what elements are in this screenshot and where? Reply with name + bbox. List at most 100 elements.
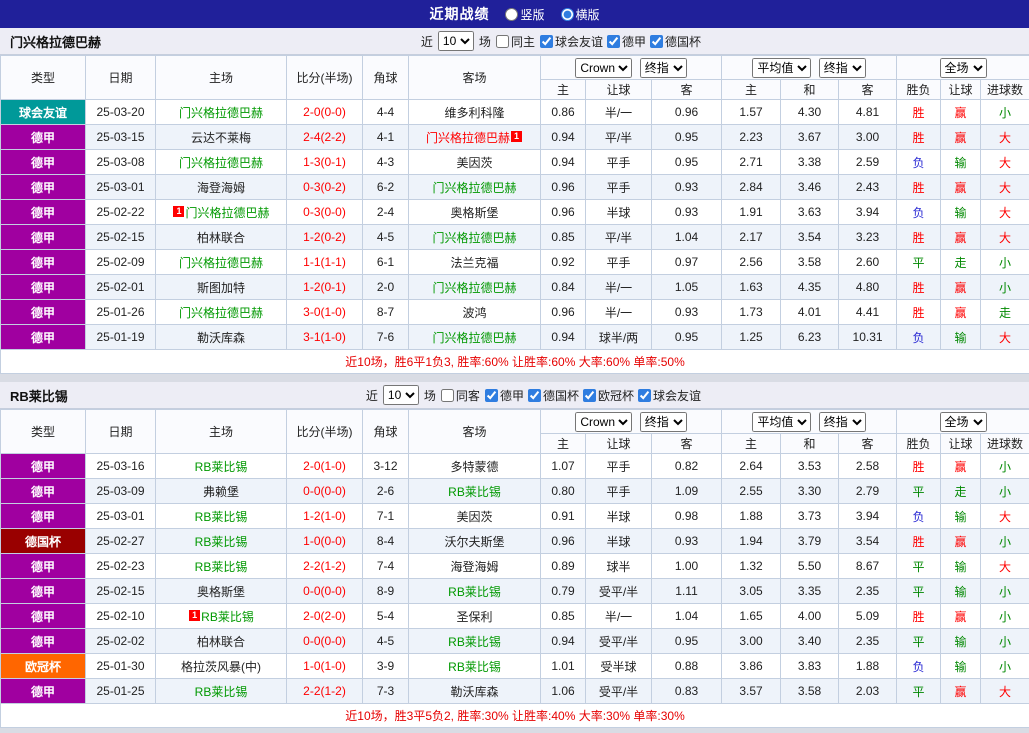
- match-score[interactable]: 2-0(0-0): [286, 99, 363, 125]
- away-team-link[interactable]: 法兰克福: [450, 256, 498, 270]
- competition-checkbox[interactable]: [606, 34, 620, 48]
- home-team-link[interactable]: 门兴格拉德巴赫: [179, 306, 263, 320]
- home-team-link[interactable]: 门兴格拉德巴赫: [179, 156, 263, 170]
- away-team-link[interactable]: 门兴格拉德巴赫: [432, 281, 516, 295]
- away-team-link[interactable]: 门兴格拉德巴赫: [432, 181, 516, 195]
- match-score[interactable]: 1-2(0-2): [286, 224, 363, 250]
- home-team-link[interactable]: RB莱比锡: [195, 460, 248, 474]
- away-team-link[interactable]: 门兴格拉德巴赫: [432, 231, 516, 245]
- away-team-link[interactable]: RB莱比锡: [448, 485, 501, 499]
- crown-handicap: 平手: [585, 478, 652, 504]
- match-score[interactable]: 1-2(0-1): [286, 274, 363, 300]
- competition-checkbox[interactable]: [649, 34, 663, 48]
- match-score[interactable]: 0-0(0-0): [286, 478, 363, 504]
- match-score[interactable]: 2-2(1-2): [286, 553, 363, 579]
- competition-filter[interactable]: 德甲: [484, 387, 524, 404]
- match-score[interactable]: 2-2(1-2): [286, 678, 363, 704]
- subcol-odds-handicap: 让球: [585, 433, 652, 454]
- avg-stage-select[interactable]: 终指: [818, 57, 866, 78]
- home-team-link[interactable]: 斯图加特: [197, 281, 245, 295]
- home-team-link[interactable]: 柏林联合: [197, 231, 245, 245]
- home-team-link[interactable]: RB莱比锡: [195, 560, 248, 574]
- match-score[interactable]: 1-0(0-0): [286, 528, 363, 554]
- match-score[interactable]: 1-3(0-1): [286, 149, 363, 175]
- recent-count-select[interactable]: 10: [437, 31, 474, 51]
- competition-filter[interactable]: 德国杯: [527, 387, 579, 404]
- away-team-link[interactable]: 勒沃库森: [450, 685, 498, 699]
- match-score[interactable]: 1-1(1-1): [286, 249, 363, 275]
- home-team-link[interactable]: 格拉茨风暴(中): [181, 660, 261, 674]
- same-venue-label: 同主: [510, 34, 535, 49]
- vertical-radio[interactable]: [505, 7, 519, 21]
- competition-checkbox[interactable]: [582, 388, 596, 402]
- match-score[interactable]: 0-3(0-0): [286, 199, 363, 225]
- home-team-link[interactable]: RB莱比锡: [195, 685, 248, 699]
- odds-source-select[interactable]: Crown: [575, 57, 633, 78]
- match-score[interactable]: 2-0(1-0): [286, 453, 363, 479]
- away-team-link[interactable]: RB莱比锡: [448, 635, 501, 649]
- same-venue-checkbox[interactable]: [440, 388, 454, 402]
- avg-odds-select[interactable]: 平均值: [752, 57, 812, 78]
- competition-checkbox[interactable]: [637, 388, 651, 402]
- crown-away-odds: 1.04: [650, 224, 723, 250]
- match-score[interactable]: 2-4(2-2): [286, 124, 363, 150]
- match-date: 25-01-26: [85, 299, 156, 325]
- home-team-link[interactable]: 海登海姆: [197, 181, 245, 195]
- competition-filter[interactable]: 欧冠杯: [582, 387, 634, 404]
- odds-source-select[interactable]: Crown: [575, 411, 633, 432]
- competition-filter[interactable]: 球会友谊: [539, 33, 603, 50]
- home-team-link[interactable]: 奥格斯堡: [197, 585, 245, 599]
- layout-option-vertical[interactable]: 竖版: [505, 6, 545, 23]
- home-team-link[interactable]: 云达不莱梅: [191, 131, 251, 145]
- away-team-link[interactable]: RB莱比锡: [448, 660, 501, 674]
- scope-select[interactable]: 全场: [939, 411, 987, 432]
- competition-checkbox[interactable]: [484, 388, 498, 402]
- odds-stage-select[interactable]: 终指: [639, 411, 687, 432]
- match-score[interactable]: 3-1(1-0): [286, 324, 363, 350]
- away-team-link[interactable]: RB莱比锡: [448, 585, 501, 599]
- match-score[interactable]: 1-0(1-0): [286, 653, 363, 679]
- away-team-link[interactable]: 沃尔夫斯堡: [444, 535, 504, 549]
- match-score[interactable]: 0-0(0-0): [286, 578, 363, 604]
- same-venue-filter[interactable]: 同客: [440, 387, 480, 404]
- away-team-link[interactable]: 门兴格拉德巴赫: [426, 131, 510, 145]
- competition-filter[interactable]: 球会友谊: [637, 387, 701, 404]
- avg-odds-select[interactable]: 平均值: [752, 411, 812, 432]
- away-team-link[interactable]: 多特蒙德: [450, 460, 498, 474]
- avg-away-odds: 3.94: [838, 199, 898, 225]
- same-venue-filter[interactable]: 同主: [495, 33, 535, 50]
- away-team-link[interactable]: 波鸿: [462, 306, 486, 320]
- match-score[interactable]: 2-0(2-0): [286, 603, 363, 629]
- away-team-link[interactable]: 海登海姆: [450, 560, 498, 574]
- away-team-link[interactable]: 维多利科隆: [444, 106, 504, 120]
- competition-filter[interactable]: 德甲: [606, 33, 646, 50]
- match-score[interactable]: 3-0(1-0): [286, 299, 363, 325]
- competition-checkbox[interactable]: [539, 34, 553, 48]
- match-score[interactable]: 0-3(0-2): [286, 174, 363, 200]
- scope-select[interactable]: 全场: [939, 57, 987, 78]
- home-team-link[interactable]: RB莱比锡: [195, 535, 248, 549]
- home-team-link[interactable]: 弗赖堡: [203, 485, 239, 499]
- odds-stage-select[interactable]: 终指: [639, 57, 687, 78]
- competition-filter[interactable]: 德国杯: [649, 33, 701, 50]
- layout-option-horizontal[interactable]: 横版: [560, 6, 600, 23]
- match-score[interactable]: 1-2(1-0): [286, 503, 363, 529]
- match-score[interactable]: 0-0(0-0): [286, 628, 363, 654]
- home-team-link[interactable]: 柏林联合: [197, 635, 245, 649]
- home-team-link[interactable]: 门兴格拉德巴赫: [179, 256, 263, 270]
- away-team-link[interactable]: 奥格斯堡: [450, 206, 498, 220]
- home-team-link[interactable]: RB莱比锡: [195, 510, 248, 524]
- home-team-link[interactable]: RB莱比锡: [201, 610, 254, 624]
- away-team-link[interactable]: 美因茨: [456, 156, 492, 170]
- away-team-link[interactable]: 美因茨: [456, 510, 492, 524]
- horizontal-radio[interactable]: [560, 7, 574, 21]
- home-team-link[interactable]: 门兴格拉德巴赫: [185, 206, 269, 220]
- away-team-link[interactable]: 门兴格拉德巴赫: [432, 331, 516, 345]
- recent-count-select[interactable]: 10: [382, 385, 419, 405]
- home-team-link[interactable]: 门兴格拉德巴赫: [179, 106, 263, 120]
- home-team-link[interactable]: 勒沃库森: [197, 331, 245, 345]
- away-team-link[interactable]: 圣保利: [456, 610, 492, 624]
- competition-checkbox[interactable]: [527, 388, 541, 402]
- same-venue-checkbox[interactable]: [495, 34, 509, 48]
- avg-stage-select[interactable]: 终指: [818, 411, 866, 432]
